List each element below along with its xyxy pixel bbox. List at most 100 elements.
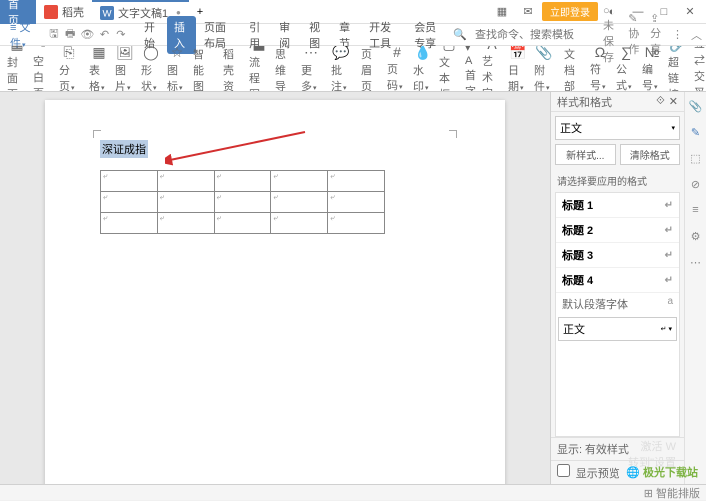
ribbon-批注[interactable]: 💬批注▾	[328, 48, 354, 90]
show-value[interactable]: 有效样式	[585, 444, 629, 456]
current-style-label: 正文	[560, 120, 582, 136]
new-tab-button[interactable]: +	[189, 0, 211, 24]
ribbon-超链接[interactable]: 🔗超链接▾	[665, 48, 691, 90]
qa-undo-icon[interactable]: ↶	[98, 27, 110, 43]
ribbon-日期[interactable]: 📅日期▾	[505, 48, 531, 90]
ribbon-label: 艺术字▾	[482, 53, 502, 92]
clear-format-button[interactable]: 清除格式	[620, 144, 681, 165]
ribbon-流程图[interactable]: ⬓流程图▾	[246, 48, 272, 90]
ribbon-icon: 📎	[535, 46, 553, 61]
new-style-button[interactable]: 新样式...	[555, 144, 616, 165]
ribbon-符号[interactable]: Ω符号▾	[587, 48, 613, 90]
ribbon-dropcap[interactable]: A 首字下沉 ▾	[465, 55, 476, 92]
ribbon-分页[interactable]: ⎘分页▾	[56, 48, 82, 90]
style-body-select[interactable]: 正文↵ ▾	[558, 317, 677, 341]
style-item[interactable]: 标题 3↵	[556, 243, 679, 268]
style-item[interactable]: 标题 1 ↵	[556, 193, 679, 218]
selected-text[interactable]: 深证成指	[100, 140, 148, 158]
preview-checkbox[interactable]	[557, 464, 570, 477]
ribbon-icon: ▢	[440, 46, 458, 53]
style-item[interactable]: 标题 4↵	[556, 268, 679, 293]
return-icon: ↵	[665, 275, 673, 286]
ribbon-页眉页脚[interactable]: ▭页眉页脚▾	[358, 48, 384, 90]
margin-corner	[449, 130, 457, 138]
chevron-up-icon[interactable]: ︿	[691, 27, 702, 43]
ribbon-文档部件[interactable]: ▦文档部件▾	[561, 48, 587, 90]
ribbon-艺术字[interactable]: A艺术字▾	[479, 48, 505, 90]
ribbon-label: 表格▾	[89, 62, 109, 93]
ribbon-形状[interactable]: ◯形状▾	[138, 48, 164, 90]
ribbon-label: 文档部件▾	[564, 46, 584, 92]
ribbon-object[interactable]: ⬚ 对象 ▾	[465, 46, 476, 54]
page: 深证成指 ⤶⤶⤶⤶⤶ ⤶⤶⤶⤶⤶ ⤶⤶⤶⤶⤶	[45, 100, 505, 484]
margin-corner	[93, 130, 101, 138]
show-label: 显示:	[557, 444, 582, 456]
style-name: 标题 1	[562, 197, 593, 213]
ribbon-label: 图片▾	[115, 62, 135, 93]
ribbon-icon: ◯	[142, 46, 160, 61]
panel-close-icon[interactable]: ✕	[669, 95, 678, 108]
ribbon-空白页[interactable]: ▫空白页▾	[30, 48, 56, 90]
tool-settings-icon[interactable]: ⚙	[688, 228, 704, 244]
ribbon-表格[interactable]: ▦表格▾	[86, 48, 112, 90]
ribbon-icon: ∑	[617, 46, 635, 60]
ribbon-label: 分页▾	[59, 62, 79, 93]
ribbon-思维导图[interactable]: ✱思维导图▾	[272, 48, 298, 90]
document-area[interactable]: 深证成指 ⤶⤶⤶⤶⤶ ⤶⤶⤶⤶⤶ ⤶⤶⤶⤶⤶	[0, 92, 550, 484]
ribbon-页码[interactable]: #页码▾	[384, 48, 410, 90]
ribbon-label: 形状▾	[141, 62, 161, 93]
ribbon-icon: ⎘	[60, 46, 78, 61]
ribbon-更多[interactable]: ⋯更多▾	[298, 48, 324, 90]
ribbon-icon: 💧	[414, 46, 432, 61]
style-item[interactable]: 标题 2↵	[556, 218, 679, 243]
ribbon-label: 日期▾	[508, 62, 528, 93]
ribbon-公式[interactable]: ∑公式▾	[613, 48, 639, 90]
ribbon-label: 编号▾	[642, 61, 662, 92]
ribbon-icon: №	[643, 46, 661, 60]
qa-preview-icon[interactable]: 👁	[80, 27, 94, 43]
panel-hint: 请选择要应用的格式	[551, 169, 684, 192]
return-icon: ↵	[665, 200, 673, 211]
ribbon-icon: 📅	[509, 46, 527, 61]
tool-layers-icon[interactable]: ≡	[688, 202, 704, 218]
smart-layout-button[interactable]: ⊞ 智能排版	[644, 485, 700, 501]
ribbon-label: 超链接▾	[668, 54, 688, 93]
ribbon-icon: 🖼	[116, 46, 134, 61]
ribbon-附件[interactable]: 📎附件▾	[531, 48, 557, 90]
ribbon-label: 公式▾	[616, 61, 636, 92]
ribbon-bookmark[interactable]: 🔖 书签	[694, 46, 706, 51]
panel-pin-icon[interactable]: ⟐	[656, 95, 665, 108]
ribbon-icon: #	[388, 46, 406, 60]
tool-select-icon[interactable]: ⬚	[688, 150, 704, 166]
current-style-select[interactable]: 正文 ▾	[555, 116, 680, 140]
ribbon-icon: ⬓	[250, 46, 268, 53]
ribbon-label: 稻壳资源▾	[223, 46, 243, 92]
tab-document[interactable]: W 文字文稿1 •	[92, 0, 189, 24]
more-icon[interactable]: ⋮	[672, 28, 683, 41]
ribbon-crossref[interactable]: ⇄ 交叉引用	[694, 52, 706, 93]
styles-panel: 样式和格式 ⟐✕ 正文 ▾ 新样式... 清除格式 请选择要应用的格式 标题 1…	[550, 92, 684, 484]
qa-redo-icon[interactable]: ↷	[115, 27, 127, 43]
document-table[interactable]: ⤶⤶⤶⤶⤶ ⤶⤶⤶⤶⤶ ⤶⤶⤶⤶⤶	[100, 170, 385, 234]
search-input[interactable]	[475, 29, 595, 41]
home-tab[interactable]: 首页	[0, 0, 36, 24]
ribbon-稻壳资源[interactable]: ◈稻壳资源▾	[220, 48, 246, 90]
tab-docer[interactable]: 稻壳	[36, 0, 92, 24]
ribbon-label: 页眉页脚▾	[361, 46, 381, 92]
ribbon-icon: ☆	[168, 46, 186, 61]
qa-print-icon[interactable]: 🖶	[64, 27, 76, 43]
default-font-item[interactable]: 默认段落字体a	[556, 293, 679, 315]
qa-save-icon[interactable]: 🖫	[48, 27, 60, 43]
ribbon-封面页[interactable]: ▦封面页▾	[4, 48, 30, 90]
tool-clipboard-icon[interactable]: 📎	[688, 98, 704, 114]
ribbon-编号[interactable]: №编号▾	[639, 48, 665, 90]
ribbon-label: 附件▾	[534, 62, 554, 93]
ribbon-水印[interactable]: 💧水印▾	[410, 48, 436, 90]
tool-limit-icon[interactable]: ⊘	[688, 176, 704, 192]
tool-more-icon[interactable]: ⋯	[688, 254, 704, 270]
ribbon-图片[interactable]: 🖼图片▾	[112, 48, 138, 90]
ribbon-智能图形[interactable]: ⬢智能图形▾	[190, 48, 216, 90]
ribbon-文本框[interactable]: ▢文本框▾	[436, 48, 462, 90]
ribbon-图标[interactable]: ☆图标▾	[164, 48, 190, 90]
tool-styles-icon[interactable]: ✎	[688, 124, 704, 140]
